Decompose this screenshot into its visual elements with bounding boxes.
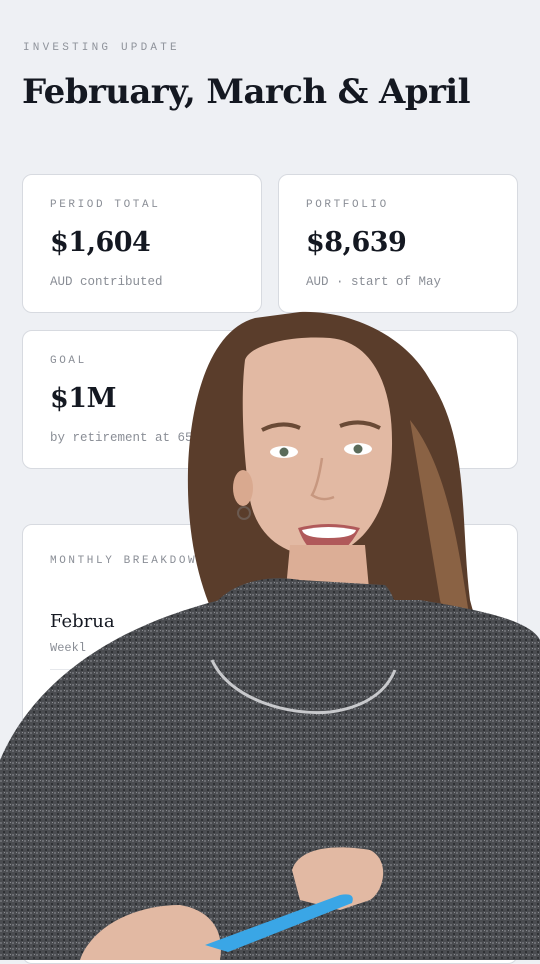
turtleneck-collar [206,578,401,712]
presenter-overlay [0,311,540,960]
ear-shape [233,470,253,506]
